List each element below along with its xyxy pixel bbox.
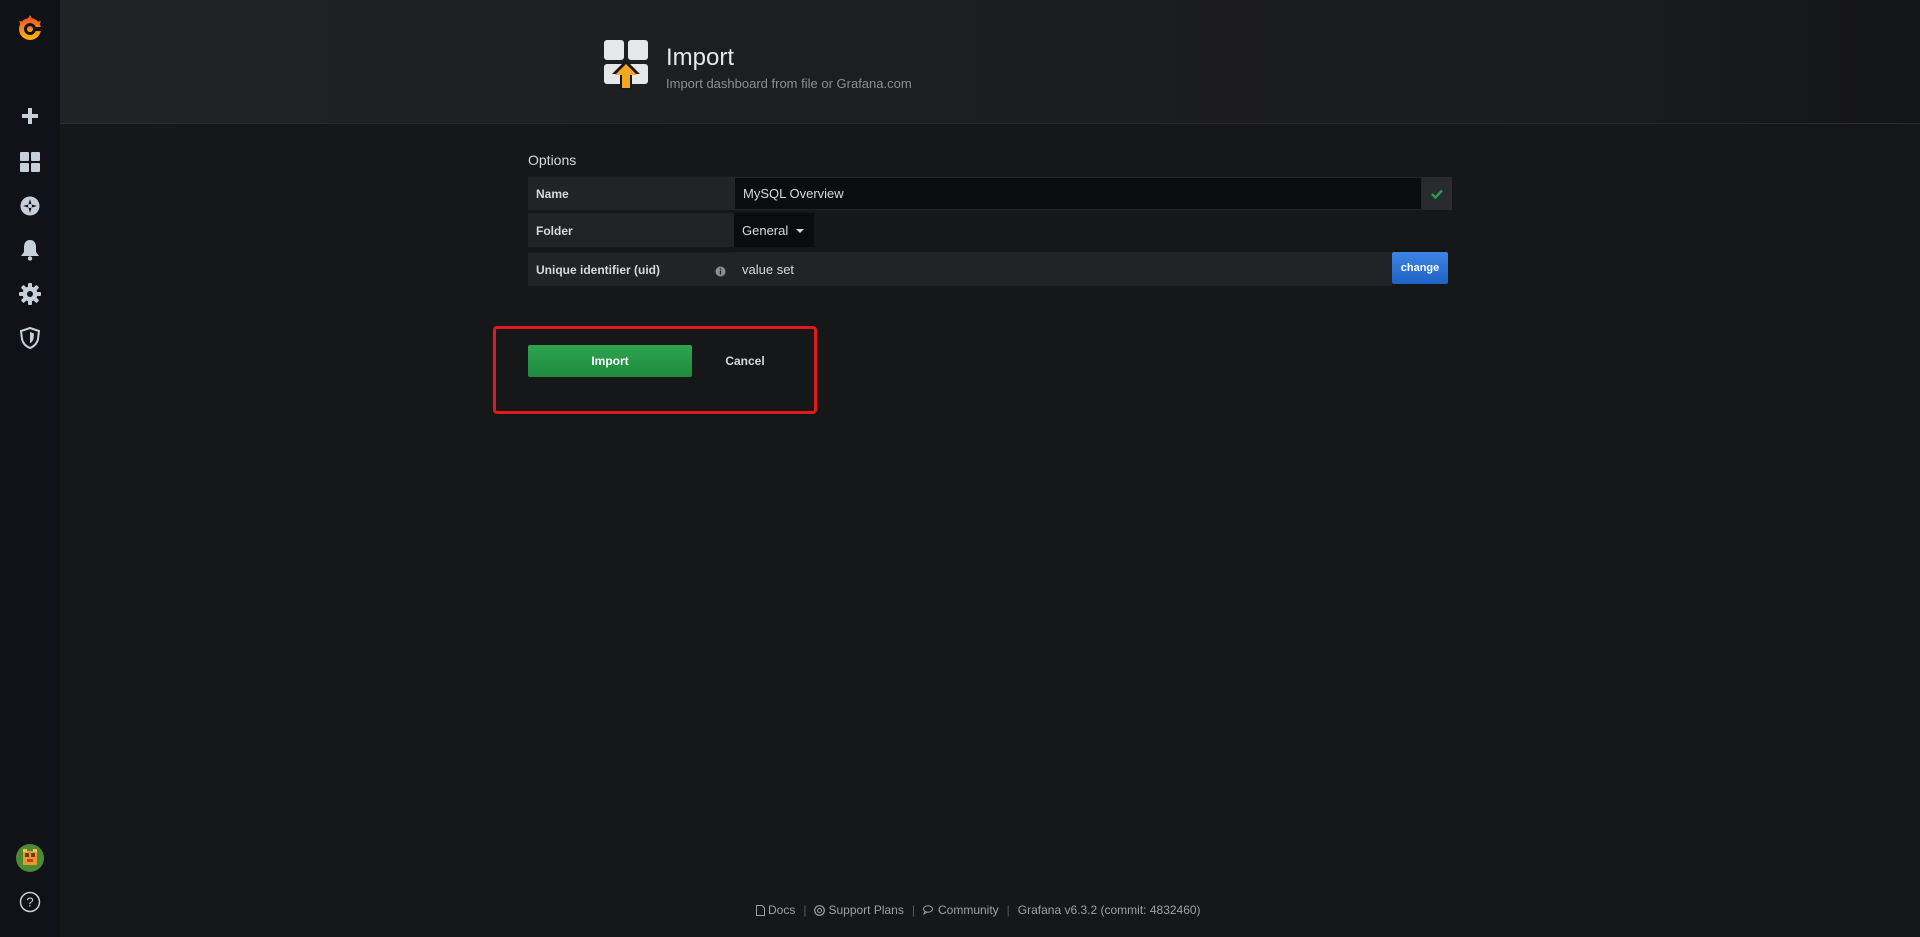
dashboards-grid-icon[interactable] bbox=[15, 147, 45, 177]
docs-link[interactable]: Docs bbox=[756, 903, 795, 917]
support-plans-link[interactable]: Support Plans bbox=[814, 903, 904, 917]
cancel-button[interactable]: Cancel bbox=[706, 345, 784, 377]
import-button[interactable]: Import bbox=[528, 345, 692, 377]
sidemenu: ? bbox=[0, 0, 60, 937]
community-link[interactable]: Community bbox=[922, 903, 999, 917]
name-label: Name bbox=[528, 176, 734, 210]
question-icon[interactable]: ? bbox=[15, 887, 45, 917]
grafana-logo-icon[interactable] bbox=[12, 10, 48, 46]
caret-down-icon bbox=[796, 229, 805, 233]
uid-value: value set bbox=[734, 252, 1392, 286]
folder-select-value: General bbox=[742, 222, 789, 238]
footer-separator: | bbox=[803, 903, 807, 917]
avatar[interactable] bbox=[15, 843, 45, 873]
gear-icon[interactable] bbox=[15, 279, 45, 309]
support-plans-link-label: Support Plans bbox=[828, 903, 904, 917]
page-subtitle: Import dashboard from file or Grafana.co… bbox=[666, 76, 912, 91]
shield-icon[interactable] bbox=[15, 323, 45, 353]
uid-label: Unique identifier (uid) bbox=[528, 252, 734, 286]
version-text: Grafana v6.3.2 (commit: 4832460) bbox=[1017, 903, 1201, 917]
check-icon bbox=[1422, 177, 1452, 210]
document-icon bbox=[756, 904, 765, 916]
footer-separator: | bbox=[1006, 903, 1010, 917]
page-header: Import Import dashboard from file or Gra… bbox=[60, 0, 1920, 124]
folder-label: Folder bbox=[528, 213, 734, 247]
folder-select[interactable]: General bbox=[734, 213, 814, 247]
plus-icon[interactable] bbox=[15, 101, 45, 131]
comments-icon bbox=[922, 905, 933, 915]
community-link-label: Community bbox=[937, 903, 999, 917]
support-icon bbox=[814, 904, 826, 916]
import-dashboard-icon bbox=[604, 40, 648, 92]
name-input[interactable]: MySQL Overview bbox=[734, 177, 1422, 210]
explore-compass-icon[interactable] bbox=[15, 191, 45, 221]
options-section-title: Options bbox=[528, 152, 577, 168]
svg-text:?: ? bbox=[26, 895, 33, 910]
change-uid-button[interactable]: change bbox=[1392, 252, 1448, 284]
docs-link-label: Docs bbox=[768, 903, 796, 917]
info-icon[interactable] bbox=[715, 264, 726, 277]
bell-icon[interactable] bbox=[15, 235, 45, 265]
page-title: Import bbox=[666, 44, 735, 71]
footer-separator: | bbox=[911, 903, 915, 917]
